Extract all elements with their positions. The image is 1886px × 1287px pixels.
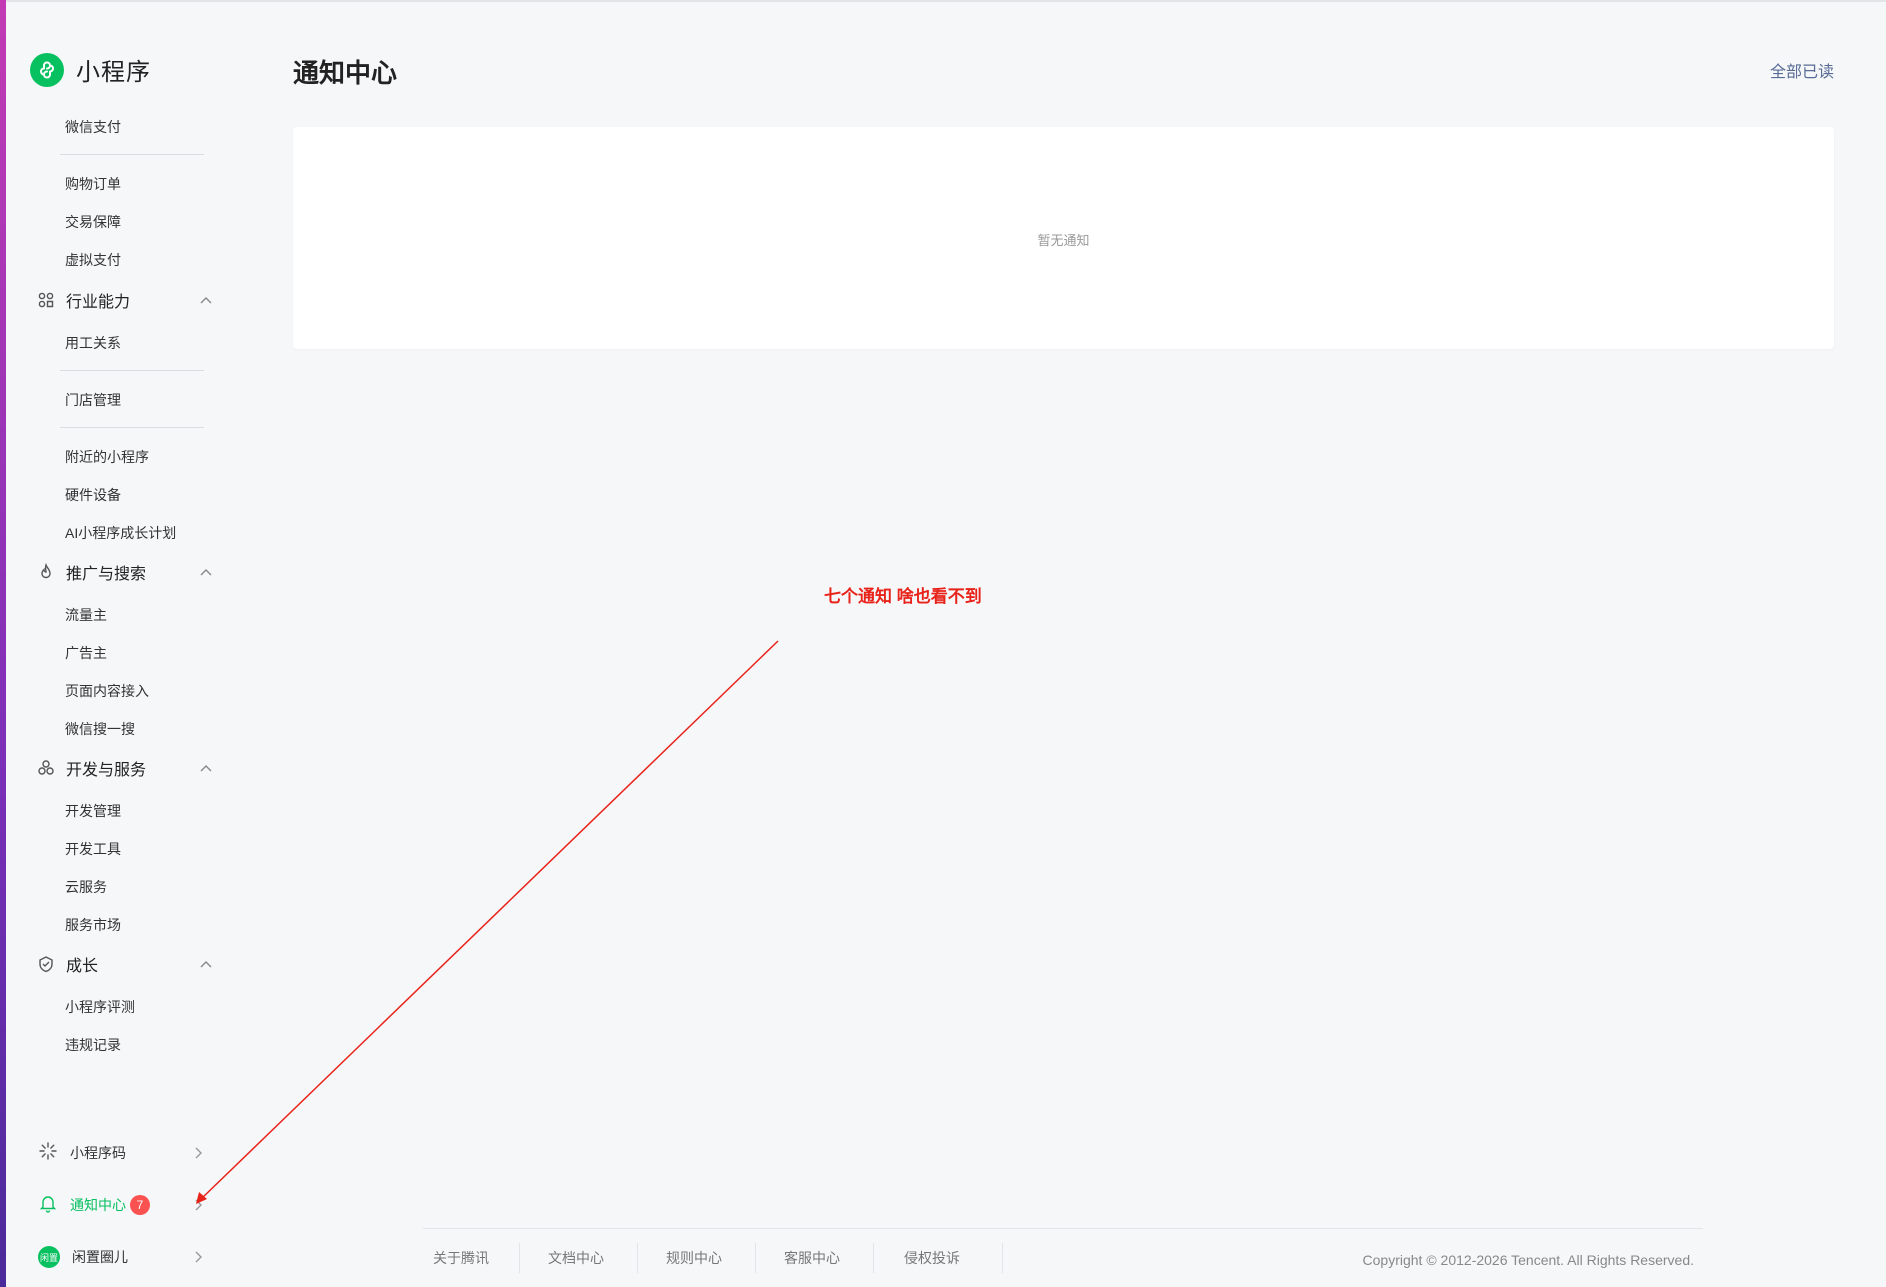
sidebar-item-violations[interactable]: 违规记录: [65, 1035, 121, 1055]
brand-title: 小程序: [76, 59, 151, 86]
sidebar-item-evaluation[interactable]: 小程序评测: [65, 997, 135, 1017]
footer-link-docs[interactable]: 文档中心: [520, 1243, 638, 1273]
group-dev-services[interactable]: 开发与服务: [36, 756, 216, 780]
qrcode-sun-icon: [38, 1141, 58, 1166]
sidebar-item-dev-manage[interactable]: 开发管理: [65, 801, 121, 821]
footer-link-about[interactable]: 关于腾讯: [423, 1243, 520, 1273]
top-border: [6, 0, 1886, 2]
sidebar-item-nearby[interactable]: 附近的小程序: [65, 447, 149, 467]
divider: [60, 154, 204, 155]
app-frame: 小程序 微信支付 购物订单 交易保障 虚拟支付 行业能力 用工关系 门店管理 附…: [0, 0, 1886, 1287]
sidebar-item-hardware[interactable]: 硬件设备: [65, 485, 121, 505]
footer-divider: [423, 1228, 1703, 1229]
chevron-up-icon[interactable]: [196, 758, 216, 778]
group-label: 行业能力: [66, 294, 131, 311]
sidebar-item-wechat-search[interactable]: 微信搜一搜: [65, 719, 135, 739]
sidebar-item-market[interactable]: 服务市场: [65, 915, 121, 935]
group-label: 推广与搜索: [66, 566, 147, 583]
sidebar-item-dev-tools[interactable]: 开发工具: [65, 839, 121, 859]
account-name: 闲置圈儿: [72, 1249, 128, 1265]
notifications-label: 通知中心: [70, 1197, 126, 1213]
chevron-up-icon[interactable]: [196, 954, 216, 974]
footer-link-support[interactable]: 客服中心: [756, 1243, 874, 1273]
sidebar-notifications[interactable]: 通知中心 7: [38, 1192, 208, 1218]
sidebar-item-traffic-owner[interactable]: 流量主: [65, 605, 107, 625]
industry-icon: [36, 290, 56, 310]
sidebar-qrcode[interactable]: 小程序码: [38, 1140, 208, 1166]
copyright: Copyright © 2012-2026 Tencent. All Right…: [1362, 1252, 1694, 1268]
chevron-right-icon: [195, 1199, 202, 1211]
sidebar-item-advertiser[interactable]: 广告主: [65, 643, 107, 663]
footer-link-rules[interactable]: 规则中心: [638, 1243, 756, 1273]
sidebar: 小程序 微信支付 购物订单 交易保障 虚拟支付 行业能力 用工关系 门店管理 附…: [6, 0, 226, 1287]
footer-links: 关于腾讯 文档中心 规则中心 客服中心 侵权投诉: [423, 1243, 1003, 1273]
chevron-up-icon[interactable]: [196, 290, 216, 310]
brand[interactable]: 小程序: [30, 52, 151, 87]
annotation-text: 七个通知 啥也看不到: [824, 587, 982, 606]
notification-count-badge: 7: [130, 1195, 150, 1215]
chevron-right-icon: [195, 1147, 202, 1159]
sidebar-item-content-access[interactable]: 页面内容接入: [65, 681, 149, 701]
sidebar-item-wechat-pay[interactable]: 微信支付: [65, 117, 121, 137]
growth-icon: [36, 954, 56, 974]
divider: [60, 427, 204, 428]
group-label: 开发与服务: [66, 762, 147, 779]
group-industry[interactable]: 行业能力: [36, 288, 216, 312]
bell-icon: [38, 1193, 58, 1218]
group-promotion[interactable]: 推广与搜索: [36, 560, 216, 584]
qrcode-label: 小程序码: [70, 1145, 126, 1161]
notification-list: 暂无通知: [293, 127, 1834, 349]
sidebar-item-store[interactable]: 门店管理: [65, 390, 121, 410]
miniprogram-logo-icon: [30, 52, 64, 87]
sidebar-item-trade-guarantee[interactable]: 交易保障: [65, 212, 121, 232]
group-growth[interactable]: 成长: [36, 952, 216, 976]
avatar: 闲置: [38, 1246, 60, 1268]
chevron-right-icon: [195, 1251, 202, 1263]
group-label: 成长: [66, 958, 99, 975]
divider: [60, 370, 204, 371]
sidebar-item-virtual-pay[interactable]: 虚拟支付: [65, 250, 121, 270]
chevron-up-icon[interactable]: [196, 562, 216, 582]
page-title: 通知中心: [293, 58, 398, 88]
sidebar-item-employment[interactable]: 用工关系: [65, 333, 121, 353]
empty-state-text: 暂无通知: [1037, 233, 1090, 248]
sidebar-item-cloud[interactable]: 云服务: [65, 877, 107, 897]
sidebar-item-ai-growth[interactable]: AI小程序成长计划: [65, 523, 176, 543]
sidebar-item-orders[interactable]: 购物订单: [65, 174, 121, 194]
sidebar-account[interactable]: 闲置 闲置圈儿: [38, 1244, 208, 1270]
mark-all-read-link[interactable]: 全部已读: [1770, 58, 1834, 82]
fire-icon: [36, 562, 56, 582]
dev-services-icon: [36, 758, 56, 778]
footer-link-complaint[interactable]: 侵权投诉: [874, 1243, 1003, 1273]
